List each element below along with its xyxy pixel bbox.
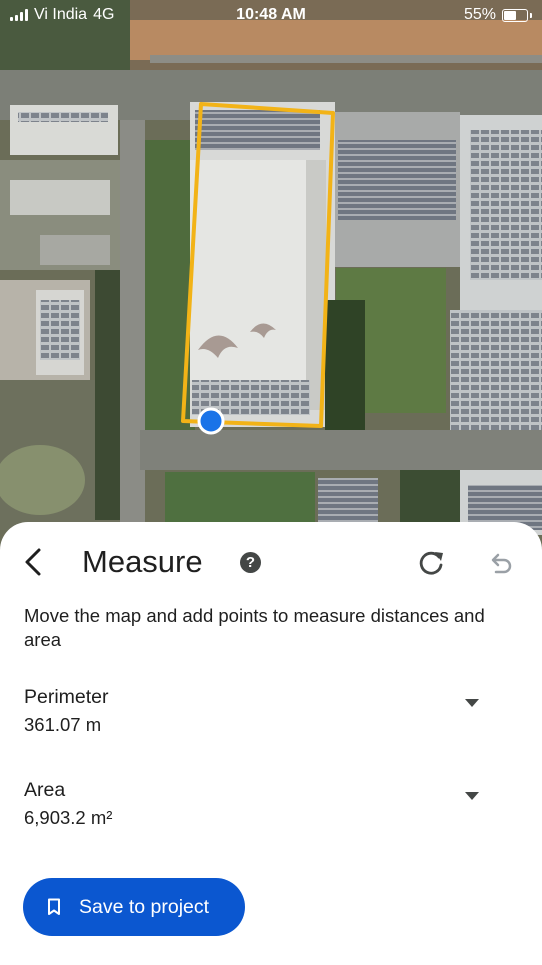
area-row[interactable]: Area 6,903.2 m² [0,779,542,849]
save-to-project-button[interactable]: Save to project [23,878,245,936]
battery-icon [502,8,528,22]
area-dropdown-icon[interactable] [465,792,479,800]
perimeter-dropdown-icon[interactable] [465,699,479,707]
perimeter-label: Perimeter [24,686,109,708]
status-time: 10:48 AM [236,6,306,23]
save-button-label: Save to project [79,895,210,918]
measure-bottom-sheet: Measure ? Move the map and add points to… [0,522,542,965]
bookmark-icon [48,898,60,915]
instructions-text: Move the map and add points to measure d… [24,605,485,650]
battery-status: 55% [464,6,532,24]
battery-tip [530,12,532,18]
measure-point-marker [197,407,225,435]
area-label: Area [24,779,66,801]
perimeter-row[interactable]: Perimeter 361.07 m [0,686,542,756]
battery-percent: 55% [463,6,496,23]
status-bar: Vi India 4G 10:48 AM 55% [0,0,542,30]
satellite-map[interactable] [0,0,542,560]
area-value: 6,903.2 m² [24,807,113,828]
perimeter-value: 361.07 m [24,714,102,735]
measured-area-outline [181,102,335,428]
measure-overlay [181,102,335,435]
